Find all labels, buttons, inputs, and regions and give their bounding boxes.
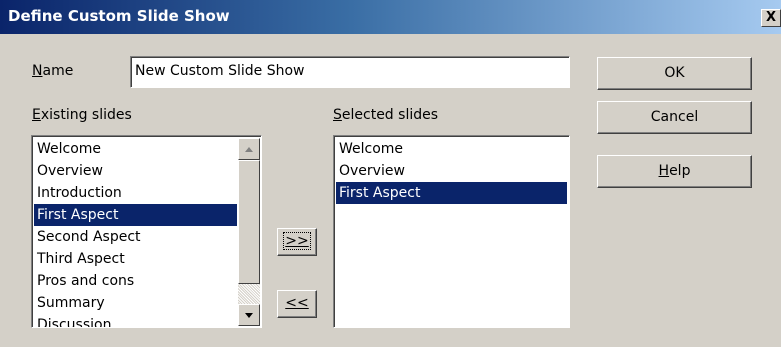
remove-slide-button[interactable]: <<: [277, 290, 317, 318]
selected-slides-list[interactable]: Welcome Overview First Aspect: [333, 135, 570, 328]
close-icon[interactable]: X: [761, 9, 781, 27]
scroll-down-arrow-glyph: [245, 313, 253, 318]
cancel-button-label: Cancel: [650, 109, 699, 125]
selected-slides-label: Selected slides: [333, 107, 438, 123]
existing-slides-label-rest: xisting slides: [40, 107, 132, 123]
existing-slide-item[interactable]: Third Aspect: [34, 248, 237, 270]
existing-slide-item[interactable]: Discussion: [34, 314, 237, 327]
close-glyph: X: [765, 10, 777, 25]
scroll-up-arrow-icon[interactable]: [238, 138, 260, 160]
add-slide-button-label: >>: [283, 232, 311, 250]
existing-slide-item[interactable]: Introduction: [34, 182, 237, 204]
help-button-rest: elp: [669, 163, 691, 179]
title-bar: Define Custom Slide Show X: [0, 0, 781, 34]
existing-slide-item[interactable]: Pros and cons: [34, 270, 237, 292]
existing-slide-item[interactable]: Summary: [34, 292, 237, 314]
name-input-value: New Custom Slide Show: [135, 63, 305, 79]
add-slide-button[interactable]: >>: [277, 228, 317, 256]
selected-slide-item[interactable]: Welcome: [336, 138, 567, 160]
name-input[interactable]: New Custom Slide Show: [130, 56, 570, 88]
ok-button[interactable]: OK: [597, 57, 752, 90]
scrollbar-thumb[interactable]: [238, 160, 260, 284]
existing-slide-item[interactable]: First Aspect: [34, 204, 237, 226]
name-label: Name: [32, 63, 73, 79]
name-label-rest: ame: [42, 63, 74, 79]
selected-slides-label-mnemonic: S: [333, 107, 342, 123]
existing-slide-item[interactable]: Overview: [34, 160, 237, 182]
help-button[interactable]: Help: [597, 155, 752, 188]
scroll-up-arrow-glyph: [245, 147, 253, 152]
selected-slide-item[interactable]: First Aspect: [336, 182, 567, 204]
scroll-down-arrow-icon[interactable]: [238, 304, 260, 326]
selected-slides-label-rest: elected slides: [341, 107, 439, 123]
help-button-mnemonic: H: [658, 163, 670, 179]
ok-button-label: OK: [664, 65, 685, 81]
existing-slides-scrollbar[interactable]: [238, 138, 260, 326]
existing-slides-label: Existing slides: [32, 107, 132, 123]
remove-slide-button-label: <<: [285, 295, 309, 311]
selected-slide-item[interactable]: Overview: [336, 160, 567, 182]
name-label-mnemonic: N: [32, 63, 43, 79]
existing-slide-item[interactable]: Welcome: [34, 138, 237, 160]
existing-slide-item[interactable]: Second Aspect: [34, 226, 237, 248]
existing-slides-label-mnemonic: E: [32, 107, 41, 123]
cancel-button[interactable]: Cancel: [597, 101, 752, 134]
dialog-title: Define Custom Slide Show: [8, 7, 230, 25]
existing-slides-list[interactable]: Welcome Overview Introduction First Aspect S…: [31, 135, 262, 328]
